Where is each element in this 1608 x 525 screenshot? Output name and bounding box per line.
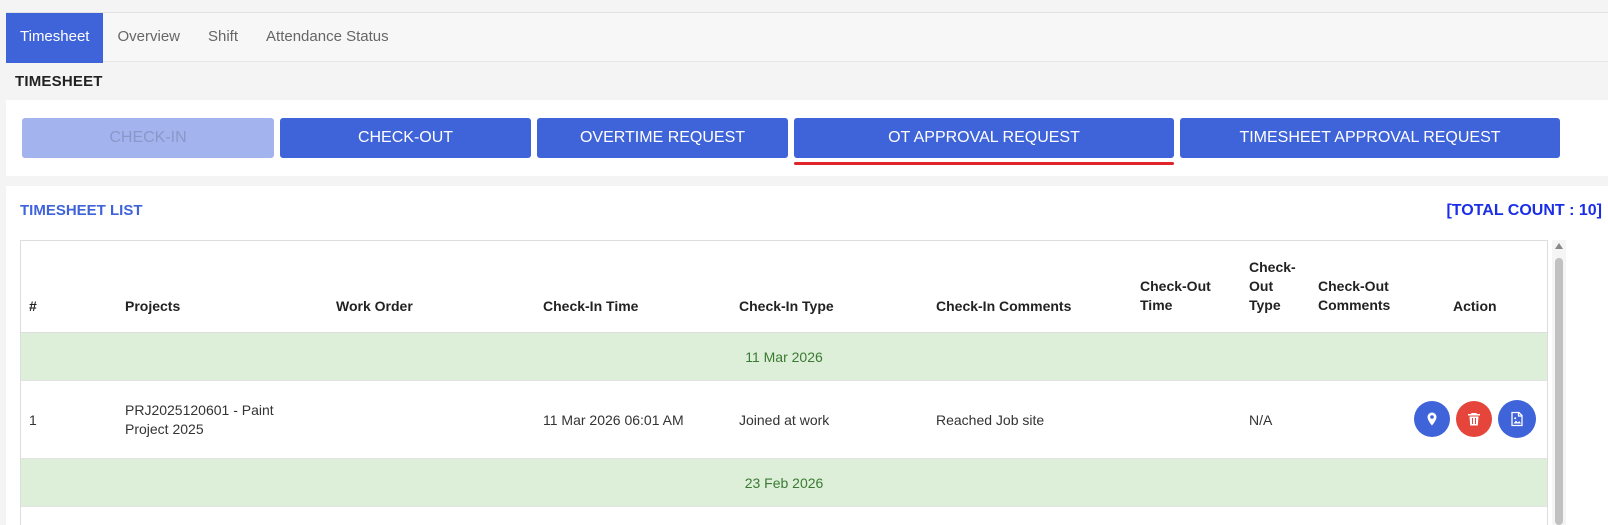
col-header-check-in-type[interactable]: Check-In Type: [739, 297, 834, 316]
ot-approval-request-button[interactable]: OT APPROVAL REQUEST: [794, 118, 1174, 158]
timesheet-list-panel: TIMESHEET LIST [TOTAL COUNT : 10] # Proj…: [6, 186, 1608, 525]
cell-check-in-type: Joined at work: [739, 412, 830, 428]
trash-icon: [1468, 413, 1480, 426]
col-header-action: Action: [1453, 298, 1497, 314]
page-title: TIMESHEET: [15, 73, 103, 90]
check-in-button[interactable]: CHECK-IN: [22, 118, 274, 158]
map-pin-icon: [1427, 412, 1437, 426]
tab-attendance-status[interactable]: Attendance Status: [252, 13, 403, 63]
table-row: 1 PRJ2025120601 - Paint Project 2025 11 …: [21, 382, 1547, 459]
cell-check-in-comments: Reached Job site: [936, 412, 1045, 428]
image-attachment-button[interactable]: [1498, 400, 1536, 438]
col-header-num: #: [29, 298, 37, 314]
cell-num: 1: [29, 412, 37, 428]
location-button[interactable]: [1414, 401, 1450, 437]
col-header-check-in-comments[interactable]: Check-In Comments: [936, 297, 1071, 316]
cell-check-in-time: 11 Mar 2026 06:01 AM: [543, 412, 684, 428]
active-indicator: [794, 162, 1174, 165]
col-header-check-out-time[interactable]: Check-Out Time: [1140, 277, 1230, 315]
timesheet-approval-request-button[interactable]: TIMESHEET APPROVAL REQUEST: [1180, 118, 1560, 158]
cell-project: PRJ2025120601 - Paint Project 2025: [125, 402, 274, 437]
list-title: TIMESHEET LIST: [20, 202, 143, 219]
cell-check-out-type: N/A: [1249, 412, 1273, 428]
action-button-panel: CHECK-IN CHECK-OUT OVERTIME REQUEST OT A…: [6, 100, 1608, 176]
col-header-check-out-comments[interactable]: Check-Out Comments: [1318, 277, 1408, 315]
col-header-work-order[interactable]: Work Order: [336, 297, 413, 316]
scroll-thumb[interactable]: [1555, 258, 1563, 525]
scroll-up-arrow-icon[interactable]: [1555, 243, 1563, 249]
image-file-icon: [1511, 411, 1523, 427]
table-scrollbar[interactable]: [1552, 240, 1566, 525]
table-header: # Projects Work Order Check-In Time Chec…: [21, 241, 1547, 333]
date-group-row: 11 Mar 2026: [21, 333, 1547, 381]
timesheet-table: # Projects Work Order Check-In Time Chec…: [20, 240, 1548, 525]
col-header-projects[interactable]: Projects: [125, 297, 180, 316]
delete-button[interactable]: [1456, 401, 1492, 437]
overtime-request-button[interactable]: OVERTIME REQUEST: [537, 118, 788, 158]
tab-timesheet[interactable]: Timesheet: [6, 13, 104, 63]
date-group-row: 23 Feb 2026: [21, 459, 1547, 507]
total-count-badge: [TOTAL COUNT : 10]: [1446, 202, 1602, 219]
tab-bar: Timesheet Overview Shift Attendance Stat…: [6, 12, 1608, 63]
check-out-button[interactable]: CHECK-OUT: [280, 118, 531, 158]
col-header-check-out-type[interactable]: Check-Out Type: [1249, 258, 1307, 315]
tab-overview[interactable]: Overview: [103, 13, 194, 63]
col-header-check-in-time[interactable]: Check-In Time: [543, 297, 638, 316]
tab-shift[interactable]: Shift: [194, 13, 252, 63]
